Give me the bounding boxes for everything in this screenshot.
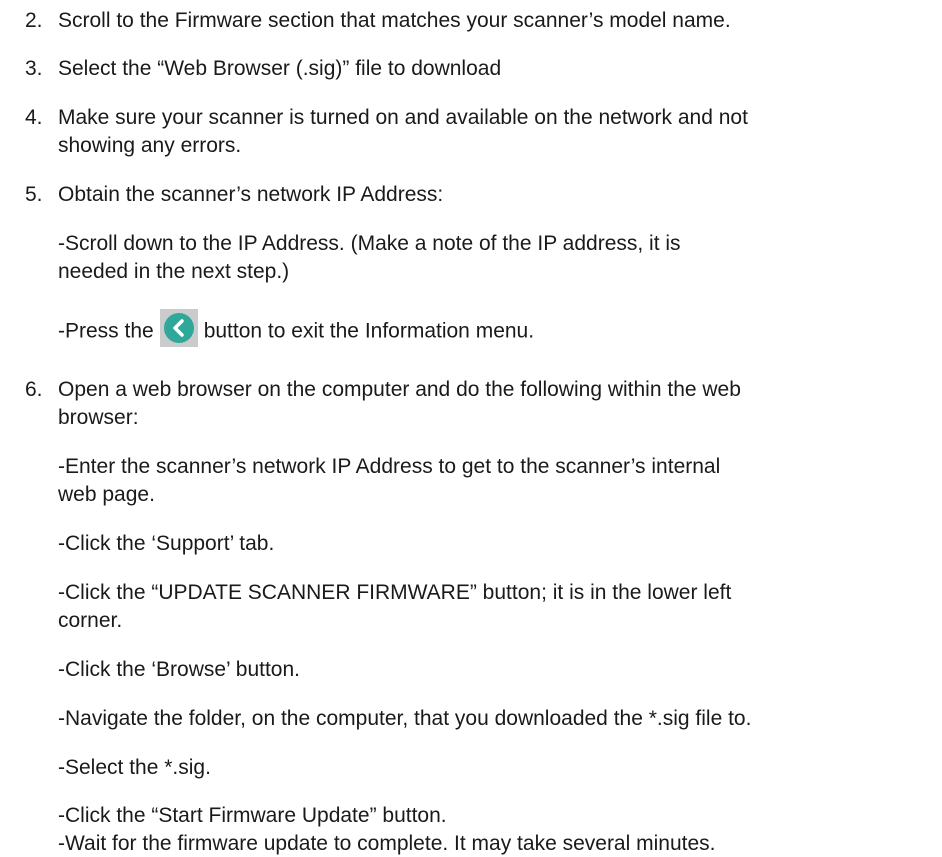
step-6-sub-5: -Navigate the folder, on the computer, t… — [58, 707, 752, 730]
step-6-text-line-2: browser: — [58, 406, 139, 429]
step-5-number: 5. — [25, 183, 43, 206]
step-5-sub-2: -Press the button to exit the Information… — [58, 309, 535, 347]
step-2-text: Scroll to the Firmware section that matc… — [58, 9, 731, 32]
step-6-text-line-1: Open a web browser on the computer and d… — [58, 378, 741, 401]
step-6-sub-1-line-2: web page. — [58, 483, 155, 506]
step-6-sub-3-line-1: -Click the “UPDATE SCANNER FIRMWARE” but… — [58, 581, 732, 604]
step-6-sub-4: -Click the ‘Browse’ button. — [58, 658, 300, 681]
step-6-sub-7: -Click the “Start Firmware Update” butto… — [58, 804, 447, 827]
step-4-text-line-2: showing any errors. — [58, 134, 242, 157]
instruction-document: 2. Scroll to the Firmware section that m… — [0, 0, 942, 857]
step-6-sub-3-line-2: corner. — [58, 609, 123, 632]
step-6-sub-8: -Wait for the firmware update to complet… — [58, 832, 716, 855]
step-5-sub-1-line-1: -Scroll down to the IP Address. (Make a … — [58, 232, 681, 255]
step-3-text: Select the “Web Browser (.sig)” file to … — [58, 57, 502, 80]
chevron-left-icon — [159, 309, 198, 347]
step-5-sub-1-line-2: needed in the next step.) — [58, 260, 290, 283]
step-2-number: 2. — [25, 9, 43, 32]
step-6-sub-2: -Click the ‘Support’ tab. — [58, 532, 275, 555]
step-5-sub-2-before: -Press the — [58, 319, 154, 343]
step-6-sub-6: -Select the *.sig. — [58, 756, 211, 779]
step-3-number: 3. — [25, 57, 43, 80]
step-4-text-line-1: Make sure your scanner is turned on and … — [58, 106, 748, 129]
back-chevron-glyph — [172, 319, 184, 337]
step-6-sub-1-line-1: -Enter the scanner’s network IP Address … — [58, 455, 721, 478]
step-6-number: 6. — [25, 378, 43, 401]
step-5-text: Obtain the scanner’s network IP Address: — [58, 183, 444, 206]
step-4-number: 4. — [25, 106, 43, 129]
step-5-sub-2-after: button to exit the Information menu. — [203, 319, 535, 343]
